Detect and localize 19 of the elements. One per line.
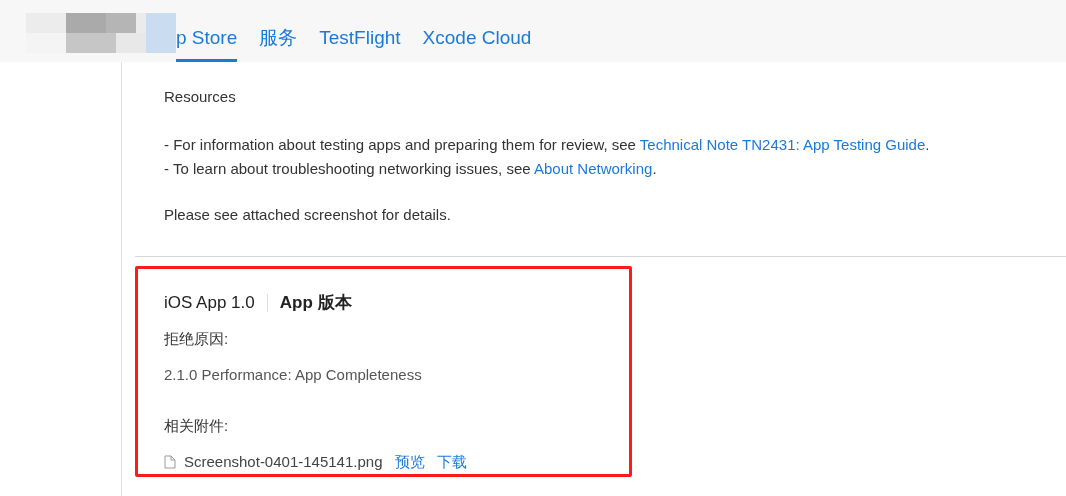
resource-line: - For information about testing apps and preparing them for review, see Technical Note TN2431: App Testing Guide. — [164, 134, 931, 155]
nav-tab[interactable]: p Store — [176, 0, 238, 62]
nav-tab[interactable]: 服务 — [259, 0, 298, 62]
nav-tab[interactable]: Xcode Cloud — [422, 0, 532, 62]
resource-link[interactable]: About Networking — [533, 159, 653, 177]
download-link[interactable]: 下载 — [436, 451, 467, 474]
file-name: Screenshot-0401-145141.png — [184, 452, 383, 472]
note-text: Please see attached screenshot for details. — [164, 204, 452, 225]
reason-text: 2.1.0 Performance: App Completeness — [164, 365, 423, 385]
section-heading: Resources — [164, 87, 237, 107]
nav-tab[interactable]: TestFlight — [319, 0, 401, 62]
version-type: App 版本 — [279, 292, 352, 314]
file-icon — [164, 455, 176, 470]
resource-link[interactable]: Technical Note TN2431: App Testing Guide — [639, 135, 926, 153]
preview-link[interactable]: 预览 — [394, 451, 425, 474]
attachments-label: 相关附件: — [164, 415, 230, 436]
resource-line: - To learn about troubleshooting networking issues, see About Networking. — [164, 158, 658, 179]
reason-label: 拒绝原因: — [164, 328, 230, 349]
platform-version: iOS App 1.0 — [164, 292, 255, 314]
